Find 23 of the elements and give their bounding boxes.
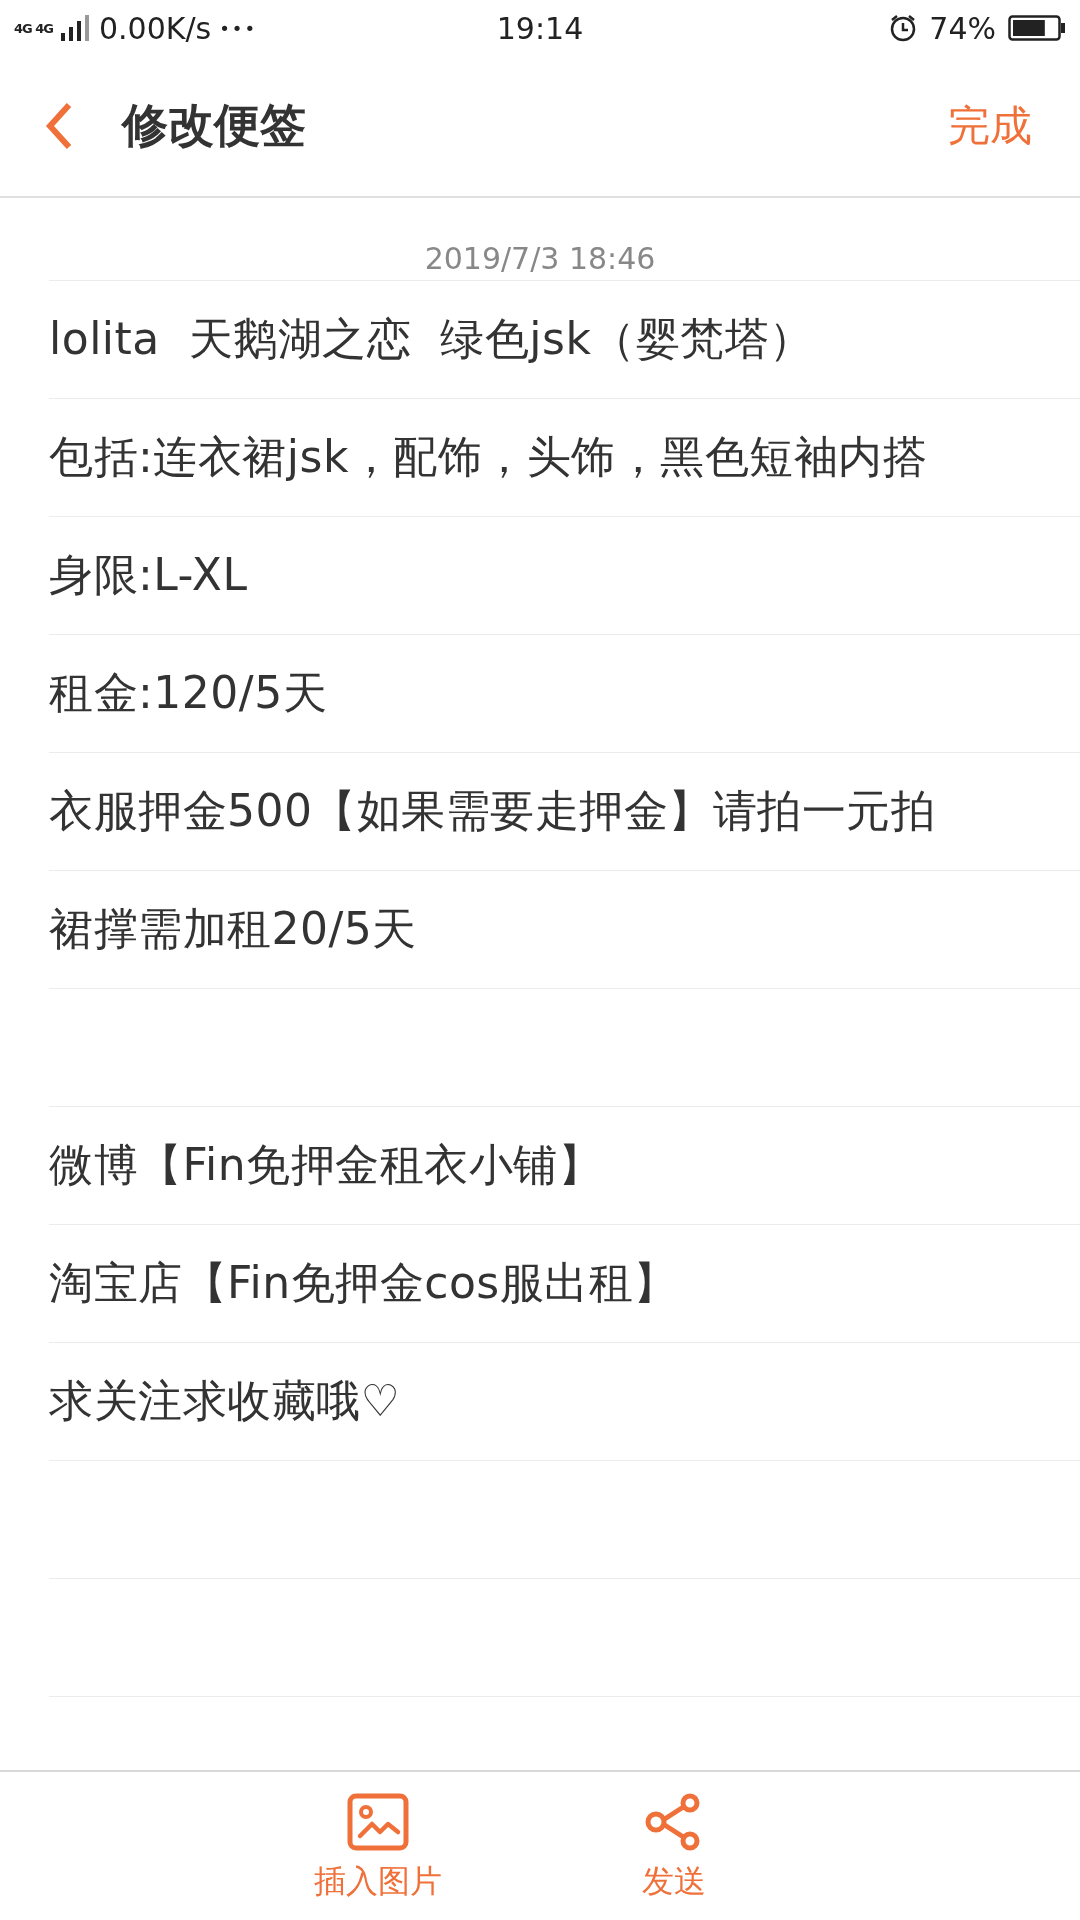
alarm-icon bbox=[889, 14, 918, 42]
more-indicator: ••• bbox=[219, 17, 258, 39]
note-line: 衣服押金500【如果需要走押金】请拍一元拍 bbox=[49, 784, 936, 838]
page-title: 修改便签 bbox=[122, 97, 307, 154]
note-line: 租金:120/5天 bbox=[49, 666, 328, 720]
note-line: 裙撑需加租20/5天 bbox=[49, 902, 417, 956]
note-line: 包括:连衣裙jsk，配饰，头饰，黑色短袖内搭 bbox=[49, 430, 928, 484]
note-line: 求关注求收藏哦♡ bbox=[49, 1374, 401, 1428]
note-line: lolita 天鹅湖之恋 绿色jsk（婴梵塔） bbox=[49, 312, 814, 366]
battery-icon bbox=[1008, 15, 1066, 41]
done-button[interactable]: 完成 bbox=[948, 98, 1032, 154]
clock: 19:14 bbox=[496, 10, 584, 46]
note-line: 微博【Fin免押金租衣小铺】 bbox=[49, 1138, 603, 1192]
back-icon[interactable] bbox=[44, 101, 74, 151]
signal-icon bbox=[60, 15, 91, 41]
battery-percent: 74% bbox=[929, 10, 996, 46]
insert-image-button[interactable]: 插入图片 bbox=[314, 1772, 442, 1920]
send-button[interactable]: 发送 bbox=[642, 1772, 706, 1920]
network-label: 4G 4G bbox=[14, 21, 53, 35]
note-line: 淘宝店【Fin免押金cos服出租】 bbox=[49, 1256, 678, 1310]
note-line: 身限:L-XL bbox=[49, 548, 248, 602]
note-timestamp: 2019/7/3 18:46 bbox=[423, 240, 657, 278]
network-speed: 0.00K/s bbox=[98, 10, 212, 46]
